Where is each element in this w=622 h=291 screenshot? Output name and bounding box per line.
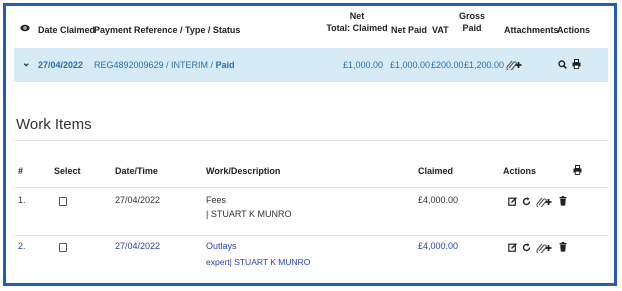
attach-add-icon[interactable]: [536, 242, 552, 255]
attach-add-icon[interactable]: [506, 59, 522, 72]
refresh-icon[interactable]: [522, 197, 531, 208]
row-work: Fees: [206, 195, 227, 205]
edit-icon[interactable]: [508, 243, 517, 254]
header-datetime: Date/Time: [115, 166, 158, 176]
row-desc: | STUART K MUNRO: [206, 209, 292, 219]
chevron-down-icon[interactable]: ⌄: [22, 58, 30, 69]
row-number: 2.: [18, 241, 26, 251]
claim-vat: £200.00: [431, 60, 464, 70]
claim-reference[interactable]: REG4892009629 / INTERIM / Paid: [94, 60, 235, 70]
row-date[interactable]: 27/04/2022: [115, 241, 160, 251]
claim-net-claimed: £1,000.00: [343, 60, 384, 70]
row-claimed: £4,000.00: [418, 241, 459, 251]
claim-status: Paid: [215, 60, 235, 70]
header-divider: [14, 187, 608, 188]
header-vat: VAT: [432, 25, 449, 35]
row-date: 27/04/2022: [115, 195, 161, 205]
row-description: | STUART K MUNRO: [206, 209, 292, 219]
attach-add-icon[interactable]: [536, 196, 552, 209]
trash-icon[interactable]: [559, 196, 567, 208]
header-net-total-line1: Net: [349, 11, 365, 21]
print-all-icon[interactable]: [573, 165, 582, 177]
section-divider: [14, 140, 608, 141]
work-items-title: Work Items: [16, 116, 92, 133]
row-claimed: £4,000.00: [418, 195, 459, 205]
claim-row[interactable]: ⌄ 27/04/2022 REG4892009629 / INTERIM / P…: [14, 48, 608, 82]
header-net-total-claimed: Net Total: Claimed: [326, 10, 388, 34]
claim-net-paid: £1,000.00: [390, 60, 431, 70]
header-number: #: [18, 166, 24, 176]
row-desc-prefix: expert: [206, 257, 230, 267]
header-gross-line1: Gross: [459, 11, 486, 21]
row-work[interactable]: Outlays: [206, 241, 237, 251]
row-description: expert| STUART K MUNRO: [206, 257, 310, 267]
header-gross-line2: Paid: [462, 23, 482, 33]
row-divider: [14, 235, 608, 236]
header-work-actions: Actions: [503, 166, 537, 176]
header-gross-paid: Gross Paid: [459, 10, 485, 34]
content-frame: Date Claimed Payment Reference / Type / …: [3, 3, 617, 286]
header-work-description: Work/Description: [206, 166, 281, 176]
header-select: Select: [54, 166, 81, 176]
header-attachments: Attachments: [504, 25, 559, 35]
header-claimed: Claimed: [418, 166, 454, 176]
header-net-total-line2: Total: Claimed: [326, 23, 388, 33]
table-row[interactable]: 2. 27/04/2022 Outlays expert| STUART K M…: [14, 241, 608, 283]
row-desc: | STUART K MUNRO: [229, 257, 311, 267]
edit-icon[interactable]: [508, 197, 517, 208]
work-items-header: # Select Date/Time Work/Description Clai…: [14, 165, 608, 182]
header-payment-ref: Payment Reference / Type / Status: [94, 25, 241, 35]
table-row: 1. 27/04/2022 Fees | STUART K MUNRO £4,0…: [14, 195, 608, 239]
print-icon[interactable]: [572, 59, 581, 71]
eye-icon[interactable]: [20, 24, 30, 34]
refresh-icon[interactable]: [522, 243, 531, 254]
claim-gross-paid: £1,200.00: [464, 60, 505, 70]
search-icon[interactable]: [558, 60, 567, 71]
header-net-paid: Net Paid: [391, 25, 428, 35]
select-checkbox[interactable]: [59, 243, 67, 252]
header-date-claimed: Date Claimed: [38, 25, 96, 35]
claim-reference-text: REG4892009629 / INTERIM /: [94, 60, 216, 70]
select-checkbox[interactable]: [59, 197, 67, 206]
claims-table-header: Date Claimed Payment Reference / Type / …: [14, 10, 608, 46]
claim-date: 27/04/2022: [38, 60, 84, 70]
header-actions: Actions: [557, 25, 591, 35]
trash-icon[interactable]: [559, 242, 567, 254]
row-number: 1.: [18, 195, 26, 205]
